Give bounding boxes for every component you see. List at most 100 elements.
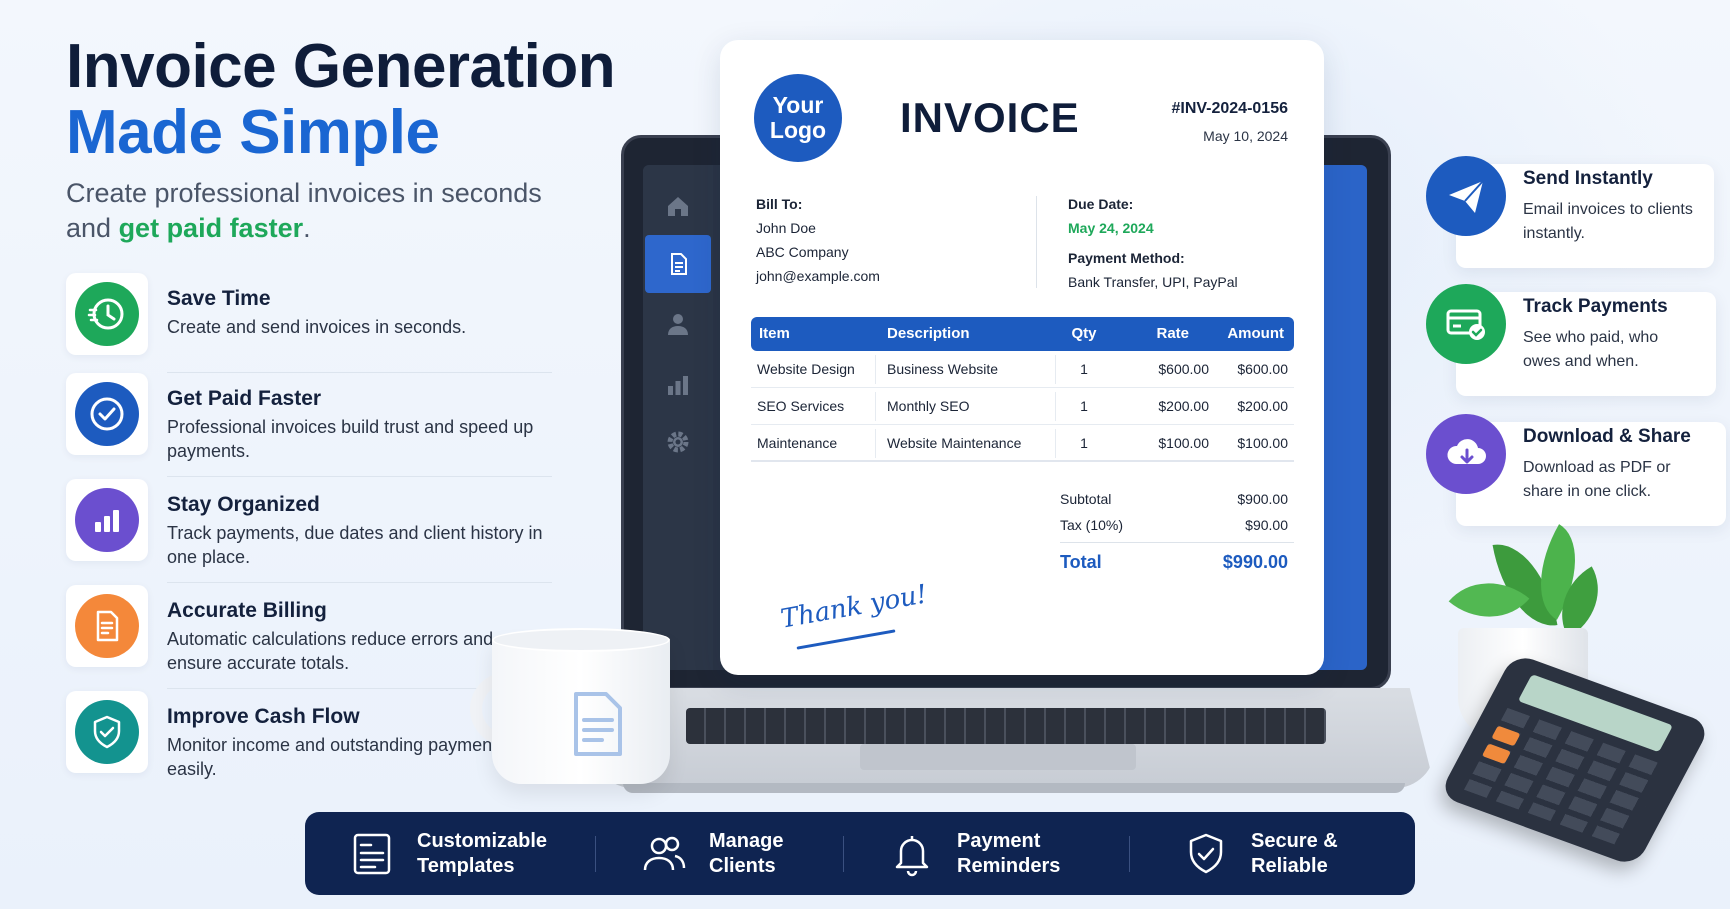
payment-method-label: Payment Method:	[1068, 250, 1185, 266]
app-sidebar	[643, 165, 713, 670]
bottom-label-line1: Customizable	[417, 829, 548, 852]
bottom-label-line1: Payment	[957, 829, 1041, 852]
table-row: Website Design Business Website 1 $600.0…	[751, 351, 1294, 388]
mug-rim	[492, 628, 670, 652]
cell-amount: $600.00	[1237, 361, 1288, 377]
thank-you-note: Thank you!	[778, 579, 930, 635]
bottom-label-line2: Templates	[417, 854, 515, 877]
feature-tile	[66, 273, 148, 355]
invoice-totals: Subtotal $900.00 Tax (10%) $90.00 Total …	[1060, 486, 1294, 577]
gear-icon[interactable]	[643, 413, 713, 471]
logo-line2: Logo	[769, 117, 827, 143]
card-desc: Email invoices to clients instantly.	[1523, 201, 1693, 242]
invoice-card: Your Logo INVOICE #INV-2024-0156 May 10, …	[720, 40, 1324, 675]
feature-title: Improve Cash Flow	[167, 705, 360, 728]
bill-to-label: Bill To:	[756, 196, 803, 212]
divider	[167, 476, 552, 477]
bell-icon	[889, 831, 935, 877]
divider	[843, 836, 844, 872]
document-icon	[75, 594, 139, 658]
card-title: Track Payments	[1523, 296, 1668, 317]
divider	[1129, 836, 1130, 872]
feature-tile	[66, 691, 148, 773]
table-header: Item Description Qty Rate Amount	[751, 317, 1294, 351]
divider	[875, 429, 876, 458]
feature-accurate-billing: Accurate Billing Automatic calculations …	[66, 585, 552, 689]
feature-tile	[66, 373, 148, 455]
company-logo: Your Logo	[754, 74, 842, 162]
feature-title: Accurate Billing	[167, 599, 327, 622]
invoice-date: May 10, 2024	[1203, 128, 1288, 144]
feature-get-paid-faster: Get Paid Faster Professional invoices bu…	[66, 373, 552, 477]
bottom-item-secure: Secure & Reliable	[1183, 812, 1338, 895]
laptop-edge	[623, 783, 1405, 793]
chart-icon[interactable]	[643, 355, 713, 413]
bill-name: John Doe	[756, 220, 816, 236]
cell-amount: $200.00	[1237, 398, 1288, 414]
tax-value: $90.00	[1245, 517, 1288, 533]
user-icon[interactable]	[643, 295, 713, 353]
due-info: Due Date: May 24, 2024 Payment Method: B…	[1068, 192, 1238, 294]
divider	[167, 582, 552, 583]
hero-subtitle-highlight: get paid faster	[118, 213, 304, 243]
bottom-item-clients: Manage Clients	[641, 812, 783, 895]
feature-title: Stay Organized	[167, 493, 320, 516]
bottom-label-line2: Reminders	[957, 854, 1061, 877]
tax-label: Tax (10%)	[1060, 517, 1124, 533]
due-date: May 24, 2024	[1068, 220, 1154, 236]
total-row: Total $990.00	[1060, 547, 1294, 577]
cell-rate: $200.00	[1158, 398, 1209, 414]
cell-rate: $600.00	[1158, 361, 1209, 377]
total-label: Total	[1060, 552, 1102, 572]
card-title: Send Instantly	[1523, 168, 1653, 189]
feature-stay-organized: Stay Organized Track payments, due dates…	[66, 479, 552, 583]
feature-desc: Track payments, due dates and client his…	[167, 523, 543, 567]
shield-check-icon	[1183, 831, 1229, 877]
clock-icon	[75, 282, 139, 346]
subtotal-row: Subtotal $900.00	[1060, 486, 1294, 512]
col-qty: Qty	[1071, 325, 1097, 342]
hero-title-line2: Made Simple	[66, 98, 440, 167]
table-row: SEO Services Monthly SEO 1 $200.00 $200.…	[751, 388, 1294, 425]
feature-tile	[66, 479, 148, 561]
bottom-item-label: Manage Clients	[709, 829, 783, 879]
cell-qty: 1	[1080, 435, 1088, 451]
cell-item: Maintenance	[757, 435, 838, 451]
document-icon[interactable]	[645, 235, 711, 293]
feature-desc: Professional invoices build trust and sp…	[167, 417, 534, 461]
bottom-label-line1: Secure &	[1251, 829, 1338, 852]
feature-title: Save Time	[167, 287, 271, 310]
col-item: Item	[759, 325, 790, 342]
cell-qty: 1	[1080, 361, 1088, 377]
due-date-label: Due Date:	[1068, 196, 1134, 212]
hero-subtitle: Create professional invoices in seconds …	[66, 176, 586, 246]
laptop-keyboard	[686, 708, 1326, 744]
home-icon[interactable]	[643, 177, 713, 235]
feature-desc: Automatic calculations reduce errors and…	[167, 629, 494, 673]
hero-title-line1: Invoice Generation	[66, 32, 616, 101]
col-rate: Rate	[1156, 325, 1189, 342]
users-icon	[641, 831, 687, 877]
divider	[1060, 542, 1294, 543]
bill-company: ABC Company	[756, 244, 849, 260]
logo-line1: Your	[772, 92, 824, 118]
card-desc: See who paid, who owes and when.	[1523, 329, 1659, 370]
bottom-item-templates: Customizable Templates	[349, 812, 547, 895]
payment-methods: Bank Transfer, UPI, PayPal	[1068, 274, 1238, 290]
paper-plane-icon	[1426, 156, 1506, 236]
divider	[595, 836, 596, 872]
bill-email: john@example.com	[756, 268, 880, 284]
bar-chart-icon	[75, 488, 139, 552]
cell-amount: $100.00	[1237, 435, 1288, 451]
col-description: Description	[887, 325, 970, 342]
subtotal-label: Subtotal	[1060, 491, 1112, 507]
laptop-touchpad	[860, 744, 1136, 770]
template-icon	[349, 831, 395, 877]
invoice-title: INVOICE	[900, 94, 1080, 141]
shield-check-icon	[75, 700, 139, 764]
bill-to: Bill To: John Doe ABC Company john@examp…	[756, 192, 880, 288]
cell-description: Business Website	[887, 361, 999, 377]
divider	[875, 355, 876, 384]
cell-description: Monthly SEO	[887, 398, 970, 414]
cell-qty: 1	[1080, 398, 1088, 414]
